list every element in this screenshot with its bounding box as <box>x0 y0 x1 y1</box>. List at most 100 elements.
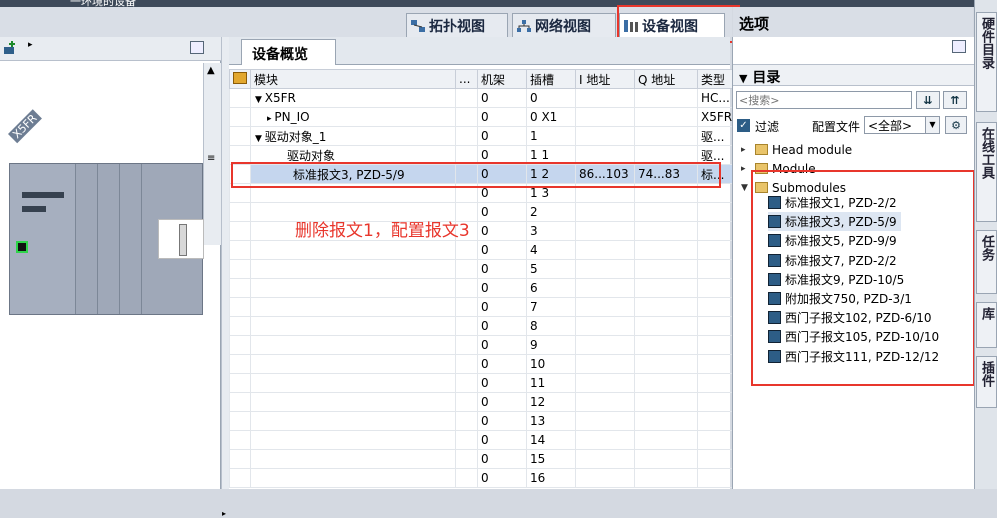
q-address-cell[interactable] <box>634 297 698 317</box>
filter-checkbox[interactable]: ✓ <box>737 119 750 132</box>
q-address-cell[interactable] <box>634 411 698 431</box>
catalog-panel-toggle-icon[interactable] <box>952 40 966 53</box>
sidebar-tab-tasks[interactable]: 任务 <box>976 230 997 294</box>
slot-cell[interactable]: 14 <box>526 430 576 450</box>
more-cell[interactable] <box>455 316 478 336</box>
rack-cell[interactable]: 0 <box>477 278 527 298</box>
module-cell[interactable] <box>250 468 456 488</box>
chevron-down-icon[interactable]: ▼ <box>925 117 939 133</box>
col-header-module[interactable]: 模块 <box>250 69 456 89</box>
table-row[interactable]: 0 10 <box>229 354 737 374</box>
row-marker-cell[interactable] <box>229 202 251 222</box>
q-address-cell[interactable] <box>634 468 698 488</box>
rack-cell[interactable]: 0 <box>477 88 527 108</box>
row-marker-cell[interactable] <box>229 88 251 108</box>
i-address-cell[interactable] <box>575 221 635 241</box>
slot-cell[interactable]: 13 <box>526 411 576 431</box>
port-icon[interactable] <box>16 241 28 253</box>
tab-network-view[interactable]: 网络视图 <box>512 13 616 37</box>
type-cell[interactable] <box>696 411 737 431</box>
q-address-cell[interactable] <box>634 240 698 260</box>
row-marker-cell[interactable] <box>229 297 251 317</box>
row-marker-cell[interactable] <box>229 221 251 241</box>
q-address-cell[interactable] <box>634 202 698 222</box>
q-address-cell[interactable] <box>634 373 698 393</box>
type-cell[interactable] <box>696 392 737 412</box>
rack-cell[interactable]: 0 <box>477 449 527 469</box>
more-cell[interactable] <box>455 373 478 393</box>
table-row[interactable]: 07 <box>229 297 737 317</box>
expand-right-icon[interactable]: ▸ <box>741 145 751 155</box>
slot-cell[interactable]: 9 <box>526 335 576 355</box>
table-row[interactable]: 08 <box>229 316 737 336</box>
q-address-cell[interactable] <box>634 430 698 450</box>
search-down-button[interactable]: ⇊ <box>916 91 940 109</box>
table-row[interactable]: 04 <box>229 240 737 260</box>
type-cell[interactable]: 驱... <box>696 126 737 146</box>
type-cell[interactable] <box>696 316 737 336</box>
i-address-cell[interactable] <box>575 240 635 260</box>
table-row[interactable]: 09 <box>229 335 737 355</box>
i-address-cell[interactable] <box>575 278 635 298</box>
rack-cell[interactable]: 0 <box>477 240 527 260</box>
q-address-cell[interactable] <box>634 316 698 336</box>
q-address-cell[interactable] <box>634 354 698 374</box>
more-cell[interactable] <box>455 88 478 108</box>
slot-cell[interactable]: 15 <box>526 449 576 469</box>
rack-cell[interactable]: 0 <box>477 126 527 146</box>
table-row[interactable]: 06 <box>229 278 737 298</box>
sidebar-tab-plugins[interactable]: 插件 <box>976 356 997 408</box>
q-address-cell[interactable] <box>634 392 698 412</box>
type-cell[interactable] <box>696 335 737 355</box>
device-add-icon[interactable] <box>3 41 17 55</box>
i-address-cell[interactable] <box>575 126 635 146</box>
row-marker-cell[interactable] <box>229 240 251 260</box>
profile-select[interactable]: <全部> ▼ <box>864 116 940 134</box>
type-cell[interactable] <box>696 449 737 469</box>
q-address-cell[interactable] <box>634 88 698 108</box>
table-row[interactable]: ▸ PN_IO 0 0 X1 X5FR <box>229 107 737 127</box>
row-marker-cell[interactable] <box>229 373 251 393</box>
row-marker-cell[interactable] <box>229 259 251 279</box>
q-address-cell[interactable] <box>634 221 698 241</box>
rack-cell[interactable]: 0 <box>477 107 527 127</box>
table-row[interactable]: 0 14 <box>229 430 737 450</box>
slot-cell[interactable]: 8 <box>526 316 576 336</box>
rack-slot-3[interactable] <box>120 164 142 314</box>
table-row[interactable]: 0 11 <box>229 373 737 393</box>
col-header-q-address[interactable]: Q 地址 <box>634 69 698 89</box>
i-address-cell[interactable] <box>575 354 635 374</box>
device-rack[interactable] <box>9 163 204 315</box>
more-cell[interactable] <box>455 126 478 146</box>
canvas-splitter[interactable]: ▸ <box>221 37 229 518</box>
type-cell[interactable] <box>696 297 737 317</box>
module-cell[interactable]: ▸ PN_IO <box>250 107 456 127</box>
row-marker-cell[interactable] <box>229 126 251 146</box>
module-cell[interactable] <box>250 354 456 374</box>
search-up-button[interactable]: ⇈ <box>943 91 967 109</box>
more-cell[interactable] <box>455 259 478 279</box>
rack-cell[interactable]: 0 <box>477 221 527 241</box>
module-cell[interactable] <box>250 430 456 450</box>
rack-cell[interactable]: 0 <box>477 392 527 412</box>
slot-cell[interactable]: 11 <box>526 373 576 393</box>
rack-cell[interactable]: 0 <box>477 259 527 279</box>
scroll-up-icon[interactable]: ▲ <box>207 65 215 76</box>
i-address-cell[interactable] <box>575 316 635 336</box>
type-cell[interactable] <box>696 354 737 374</box>
q-address-cell[interactable] <box>634 449 698 469</box>
rack-cell[interactable]: 0 <box>477 373 527 393</box>
more-cell[interactable] <box>455 297 478 317</box>
module-cell[interactable] <box>250 449 456 469</box>
expand-down-icon[interactable]: ▼ <box>255 134 265 144</box>
catalog-search-input[interactable] <box>736 91 912 109</box>
slot-cell[interactable]: 10 <box>526 354 576 374</box>
slot-cell[interactable]: 5 <box>526 259 576 279</box>
profile-settings-button[interactable]: ⚙ <box>945 116 967 134</box>
type-cell[interactable] <box>696 221 737 241</box>
i-address-cell[interactable] <box>575 468 635 488</box>
more-cell[interactable] <box>455 449 478 469</box>
expand-arrow-icon[interactable]: ▸ <box>28 40 33 50</box>
module-cell[interactable] <box>250 392 456 412</box>
collapse-icon[interactable]: ▼ <box>739 72 747 85</box>
